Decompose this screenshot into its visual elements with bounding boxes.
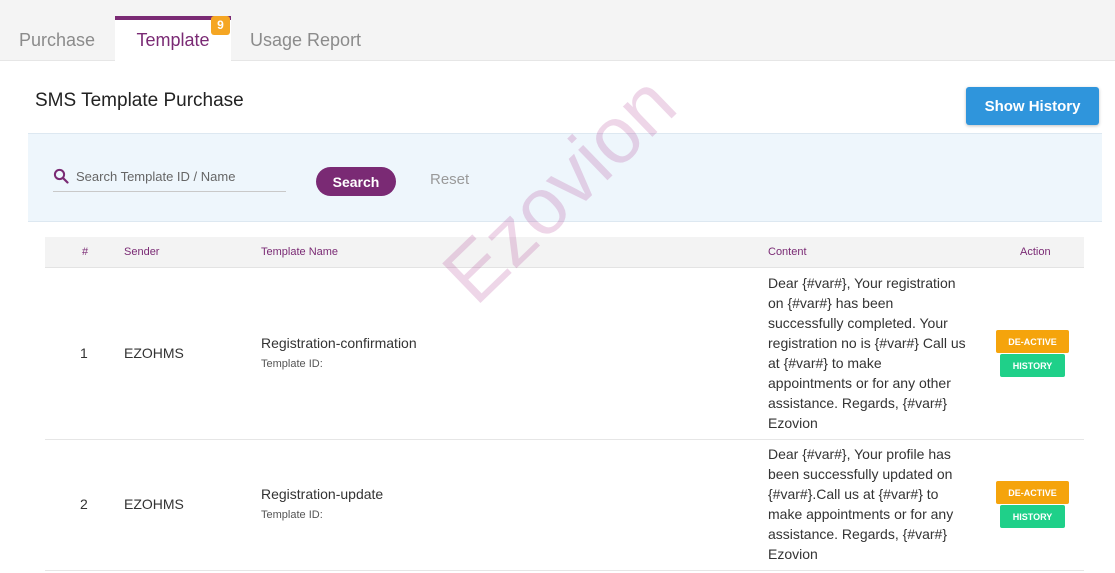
page-title: SMS Template Purchase bbox=[35, 90, 244, 111]
row-template-id: Template ID: bbox=[261, 509, 323, 521]
row-template-id: Template ID: bbox=[261, 358, 323, 370]
row-history-button[interactable]: HISTORY bbox=[1000, 354, 1065, 377]
tab-usage-report[interactable]: Usage Report bbox=[250, 16, 361, 61]
column-header-index: # bbox=[82, 246, 89, 258]
row-template-name: Registration-confirmation bbox=[261, 335, 417, 351]
search-field bbox=[53, 164, 286, 192]
row-content: Dear {#var#}, Your registration on {#var… bbox=[768, 275, 966, 431]
show-history-button[interactable]: Show History bbox=[966, 87, 1099, 125]
tab-bar: Purchase Template 9 Usage Report bbox=[0, 0, 1115, 62]
column-header-content: Content bbox=[768, 246, 807, 258]
tab-purchase[interactable]: Purchase bbox=[19, 16, 95, 61]
row-content: Dear {#var#}, Your profile has been succ… bbox=[768, 446, 954, 562]
search-icon bbox=[53, 168, 69, 184]
table-row: 2 EZOHMS Registration-update Template ID… bbox=[45, 440, 1084, 571]
column-header-template-name: Template Name bbox=[261, 246, 339, 258]
table-row: 1 EZOHMS Registration-confirmation Templ… bbox=[45, 269, 1084, 440]
reset-button[interactable]: Reset bbox=[430, 171, 469, 188]
template-count-badge: 9 bbox=[211, 16, 230, 35]
row-history-button[interactable]: HISTORY bbox=[1000, 505, 1065, 528]
deactive-button[interactable]: DE-ACTIVE bbox=[996, 481, 1069, 504]
row-index: 2 bbox=[80, 496, 88, 512]
deactive-button[interactable]: DE-ACTIVE bbox=[996, 330, 1069, 353]
table-header: # Sender Template Name Content Action bbox=[45, 237, 1084, 268]
row-sender: EZOHMS bbox=[124, 345, 184, 361]
row-sender: EZOHMS bbox=[124, 496, 184, 512]
column-header-action: Action bbox=[1020, 246, 1051, 258]
row-index: 1 bbox=[80, 345, 88, 361]
search-button[interactable]: Search bbox=[316, 167, 396, 196]
row-template-name: Registration-update bbox=[261, 486, 384, 502]
search-input[interactable] bbox=[76, 164, 281, 188]
column-header-sender: Sender bbox=[124, 246, 160, 258]
